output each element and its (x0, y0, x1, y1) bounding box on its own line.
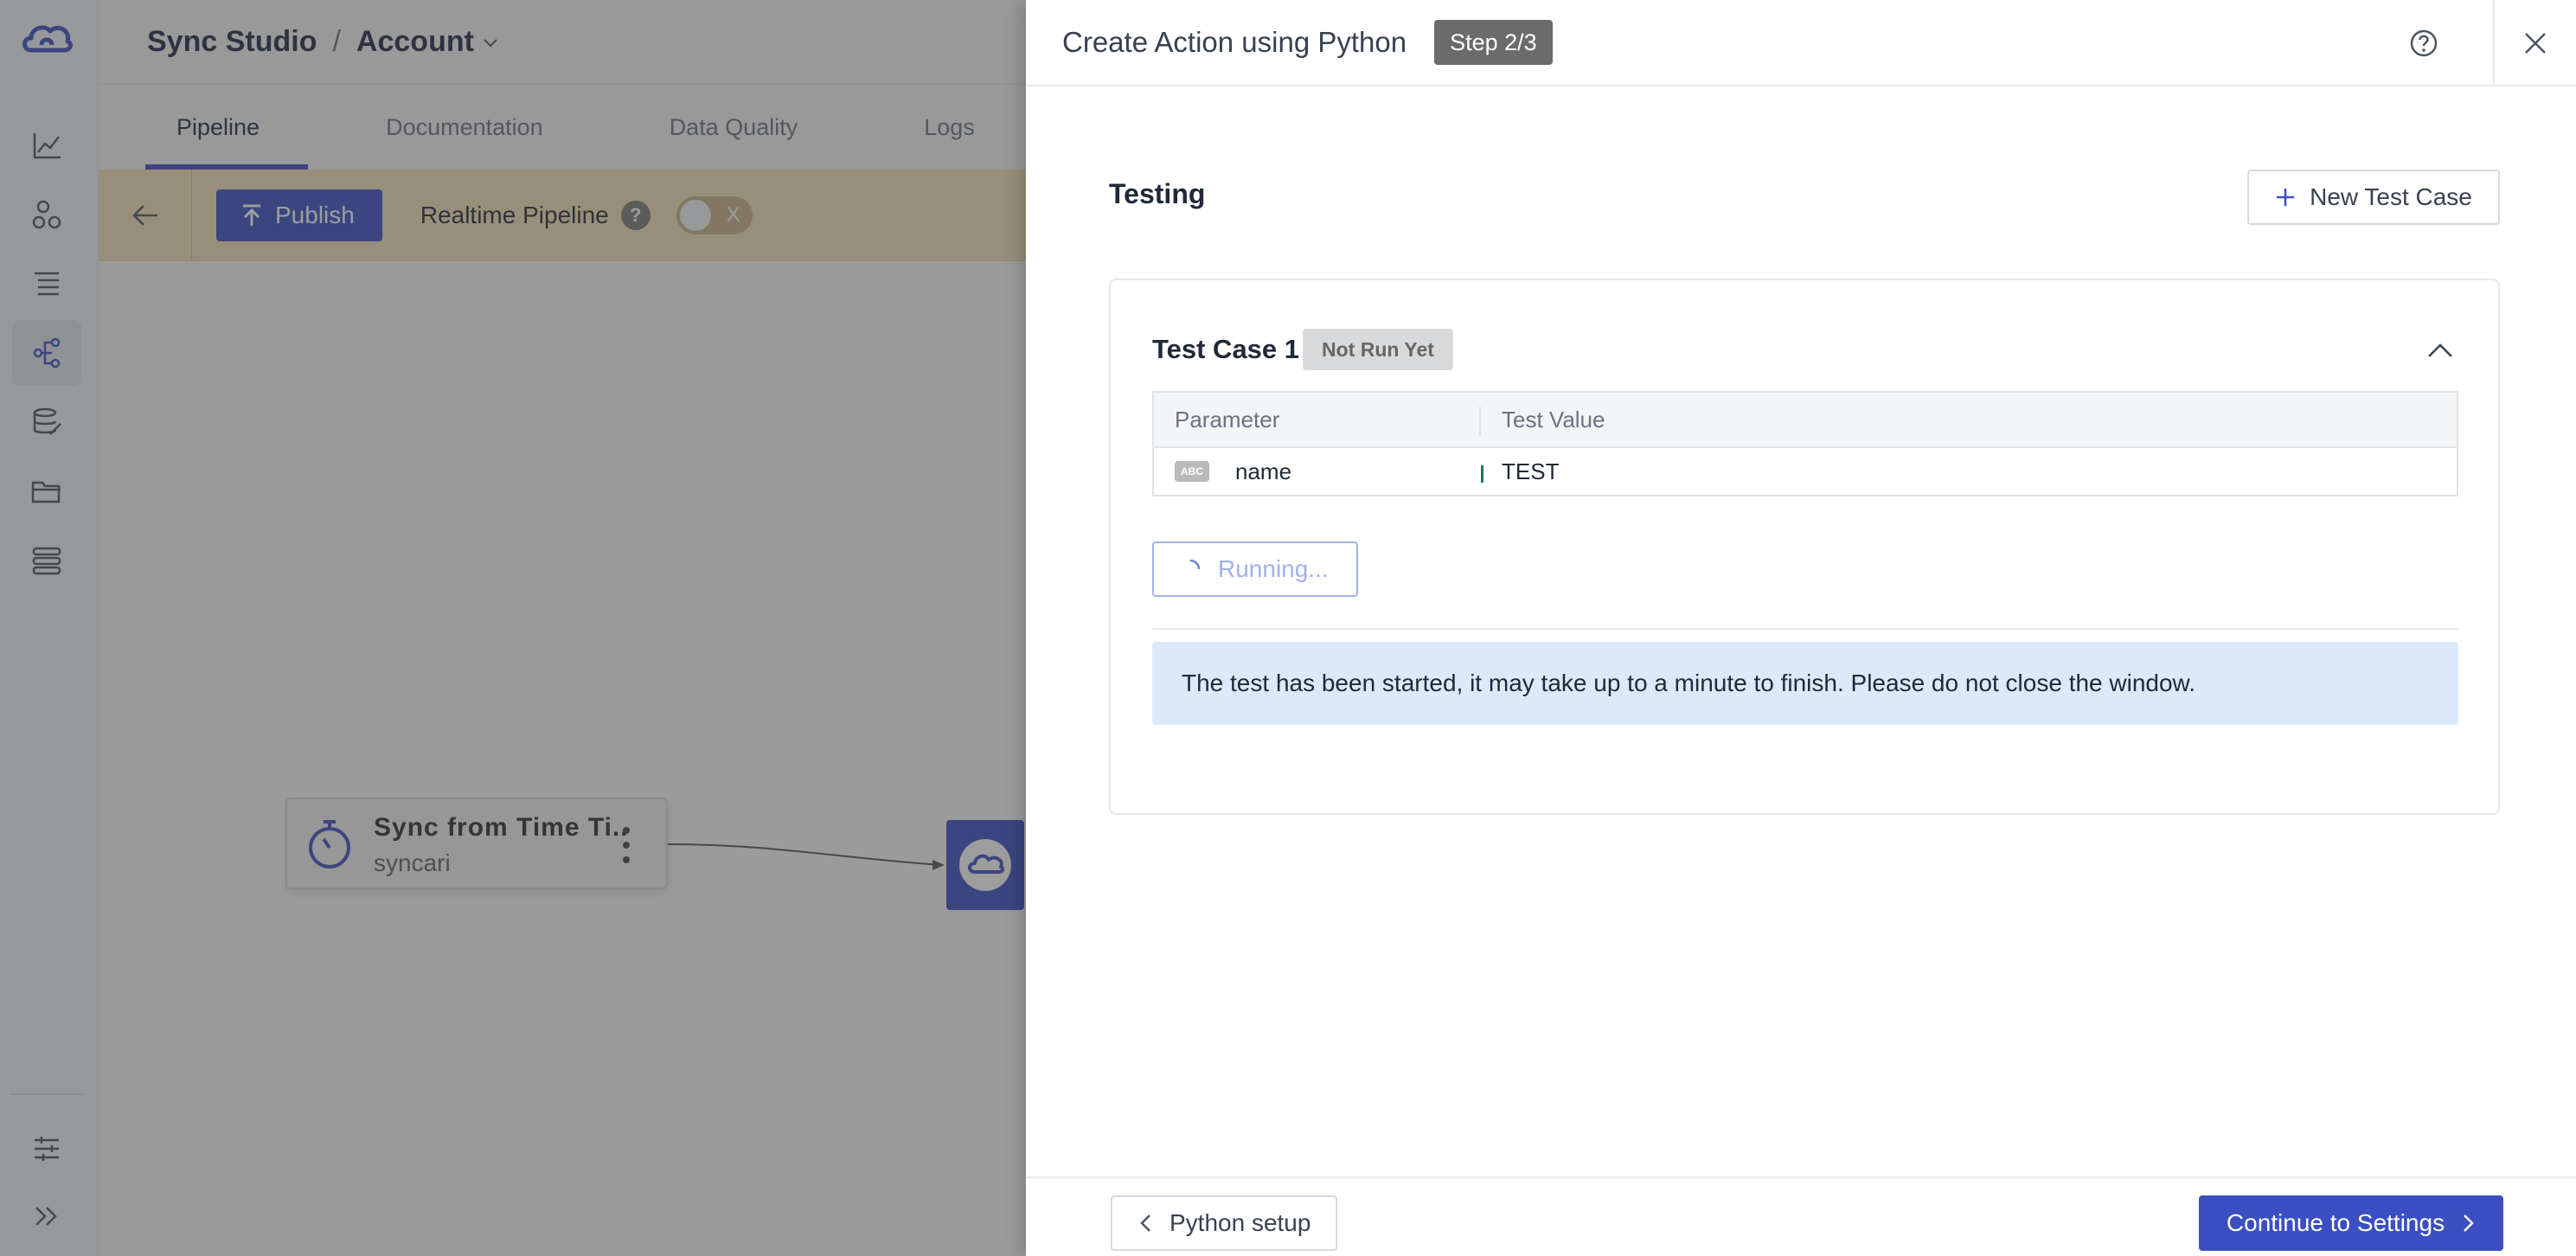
continue-to-settings-button[interactable]: Continue to Settings (2199, 1195, 2503, 1251)
testing-section-title: Testing (1109, 178, 1206, 209)
drawer-footer: Python setup Continue to Settings (1026, 1176, 2576, 1256)
new-test-case-button[interactable]: New Test Case (2247, 170, 2500, 225)
step-badge: Step 2/3 (1434, 20, 1553, 65)
test-case-title: Test Case 1 (1152, 334, 1300, 364)
help-circle-icon[interactable] (2408, 28, 2439, 59)
plus-icon (2277, 189, 2295, 206)
drawer-header: Create Action using Python Step 2/3 (1026, 0, 2576, 87)
chevron-up-icon[interactable] (2425, 336, 2455, 365)
chevron-left-icon (1140, 1214, 1150, 1232)
drawer-title: Create Action using Python (1062, 26, 1407, 58)
test-status-badge: Not Run Yet (1303, 329, 1453, 370)
column-header-test-value: Test Value (1502, 406, 1605, 433)
close-icon (2525, 33, 2546, 54)
close-button[interactable] (2493, 0, 2576, 87)
string-type-icon: ABC (1175, 461, 1209, 482)
test-value-input[interactable]: TEST (1481, 448, 2457, 495)
python-setup-button[interactable]: Python setup (1111, 1195, 1337, 1251)
run-test-button[interactable]: Running... (1152, 541, 1358, 597)
card-divider (1152, 628, 2458, 630)
info-banner: The test has been started, it may take u… (1152, 642, 2458, 725)
table-row: ABC name TEST (1154, 448, 2457, 495)
table-header: Parameter Test Value (1154, 393, 2457, 448)
continue-label: Continue to Settings (2226, 1209, 2445, 1236)
parameter-table: Parameter Test Value ABC name TEST (1152, 391, 2458, 497)
text-cursor (1481, 465, 1483, 483)
column-header-parameter: Parameter (1154, 393, 1481, 446)
spinner-icon (1189, 559, 1201, 570)
python-setup-label: Python setup (1169, 1209, 1311, 1236)
chevron-right-icon (2464, 1214, 2474, 1232)
new-test-case-label: New Test Case (2310, 183, 2472, 210)
test-case-card: Test Case 1 Not Run Yet Parameter Test V… (1109, 279, 2500, 815)
parameter-name: name (1235, 458, 1292, 484)
create-action-drawer: Create Action using Python Step 2/3 Test… (1026, 0, 2576, 1256)
running-label: Running... (1218, 555, 1329, 582)
parameter-cell: ABC name (1154, 448, 1481, 495)
test-value-text: TEST (1502, 458, 1560, 484)
modal-backdrop[interactable] (0, 0, 1026, 1256)
